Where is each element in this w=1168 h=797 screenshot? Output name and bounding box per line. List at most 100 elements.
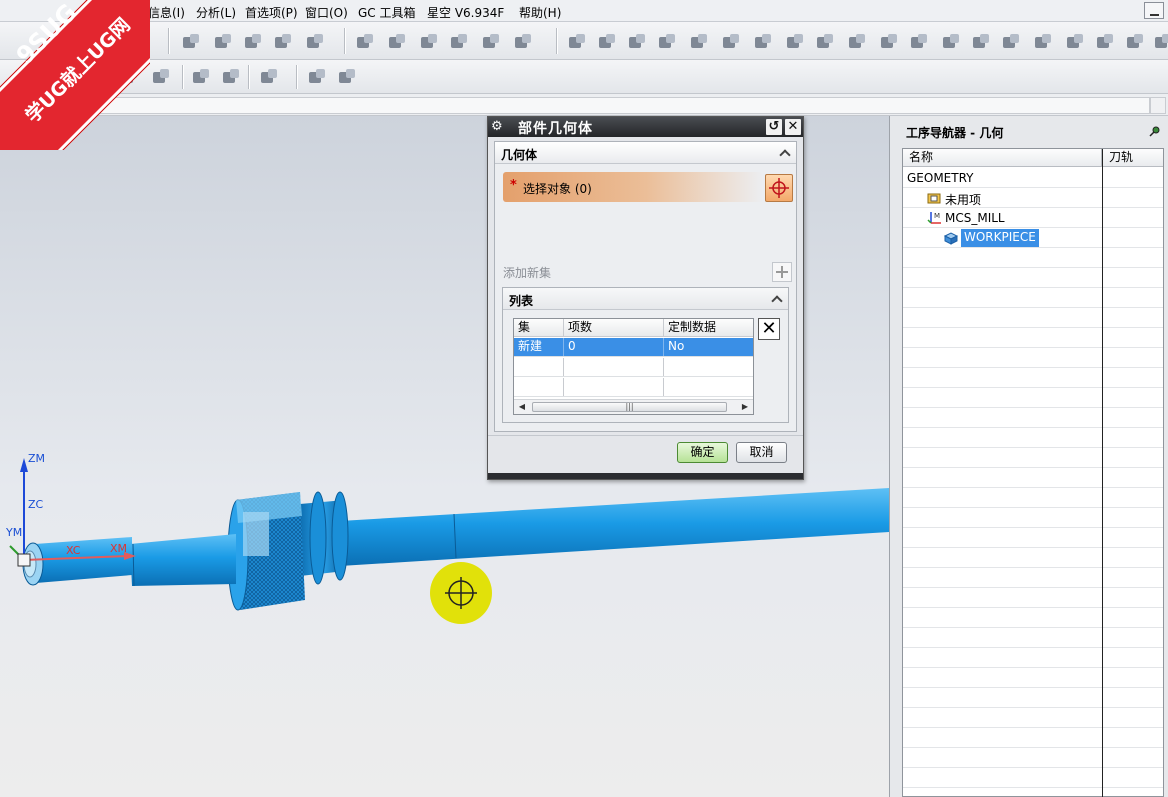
cue-line-button[interactable]: [1150, 97, 1166, 114]
menu-help[interactable]: 帮助(H): [519, 4, 561, 21]
close-icon[interactable]: ✕: [785, 119, 801, 135]
toolbar-tool-icon[interactable]: [418, 31, 440, 53]
tree-row[interactable]: WORKPIECE: [903, 228, 1163, 248]
tree-row[interactable]: GEOMETRY: [903, 168, 1163, 188]
tree-row[interactable]: 未用项: [903, 188, 1163, 208]
minimize-button[interactable]: [1144, 2, 1164, 19]
axis-zc-label: ZC: [28, 498, 44, 511]
toolbar-tool-icon[interactable]: [336, 66, 358, 88]
geometry-group-header[interactable]: 几何体: [495, 142, 796, 164]
menu-xingkong[interactable]: 星空 V6.934F: [427, 4, 504, 21]
dialog-title-bar[interactable]: ⚙ 部件几何体 ↺ ✕: [488, 117, 803, 137]
menu-info[interactable]: 信息(I): [148, 4, 185, 21]
toolbar-tool-icon[interactable]: [304, 31, 326, 53]
menu-gc-toolbox[interactable]: GC 工具箱: [358, 4, 416, 21]
scroll-right-icon[interactable]: ▶: [740, 402, 750, 412]
gear-icon[interactable]: ⚙: [491, 120, 505, 134]
axis-ym-label: YM: [6, 526, 23, 539]
list-group: 列表 集 项数 定制数据 新建 0 No ◀ ||| ▶ ✕: [502, 287, 789, 423]
toolbar-tool-icon[interactable]: [656, 31, 678, 53]
toolbar-separator: [344, 28, 346, 54]
tree-row-empty: [903, 548, 1163, 568]
toolbar-tool-icon[interactable]: [448, 31, 470, 53]
tree-row-empty: [903, 568, 1163, 588]
toolbar-tool-icon[interactable]: [386, 31, 408, 53]
toolbar-tool-icon[interactable]: [272, 31, 294, 53]
collapse-icon[interactable]: [780, 148, 792, 160]
toolbar-tool-icon[interactable]: [354, 31, 376, 53]
toolbar-tool-icon[interactable]: [258, 66, 280, 88]
delete-set-button[interactable]: ✕: [758, 318, 780, 340]
ok-button[interactable]: 确定: [677, 442, 728, 463]
navigator-tree[interactable]: 名称 刀轨 GEOMETRY 未用项 M MCS_MILL WORKPIECE: [902, 148, 1164, 797]
tree-row-empty: [903, 728, 1163, 748]
add-new-set-button[interactable]: [772, 262, 792, 282]
toolbar-tool-icon[interactable]: [814, 31, 836, 53]
toolbar-tool-icon[interactable]: [784, 31, 806, 53]
toolbar-tool-icon[interactable]: [180, 31, 202, 53]
toolbar-tool-icon[interactable]: [596, 31, 618, 53]
axis-zm-label: ZM: [28, 452, 46, 465]
toolbar-tool-icon[interactable]: [752, 31, 774, 53]
column-header-count[interactable]: 项数: [564, 319, 664, 337]
column-header-custom-data[interactable]: 定制数据: [664, 319, 753, 337]
toolbar-tool-icon[interactable]: [878, 31, 900, 53]
toolbar-separator: [182, 65, 184, 89]
toolbar-tool-icon[interactable]: [940, 31, 962, 53]
tree-row-empty: [903, 388, 1163, 408]
table-row[interactable]: 新建 0 No: [514, 338, 753, 357]
toolbar-tool-icon[interactable]: [970, 31, 992, 53]
scroll-left-icon[interactable]: ◀: [517, 402, 527, 412]
select-object-button[interactable]: [765, 174, 793, 202]
workpiece-icon: [943, 231, 959, 245]
reset-icon[interactable]: ↺: [766, 119, 782, 135]
menu-analysis[interactable]: 分析(L): [196, 4, 236, 21]
svg-text:M: M: [934, 212, 940, 220]
scroll-thumb[interactable]: |||: [532, 402, 727, 412]
toolbar-tool-icon[interactable]: [220, 66, 242, 88]
toolbar-tool-icon[interactable]: [846, 31, 868, 53]
toolbar-tool-icon[interactable]: [1124, 31, 1146, 53]
toolbar-tool-icon[interactable]: [908, 31, 930, 53]
toolbar-tool-icon[interactable]: [190, 66, 212, 88]
collapse-icon[interactable]: [772, 294, 784, 306]
column-header-set[interactable]: 集: [514, 319, 564, 337]
toolbar-tool-icon[interactable]: [1000, 31, 1022, 53]
axis-xc-label: XC: [66, 544, 81, 557]
toolbar-tool-icon[interactable]: [212, 31, 234, 53]
toolbar-tool-icon[interactable]: [688, 31, 710, 53]
toolbar-tool-icon[interactable]: [720, 31, 742, 53]
tree-row-empty: [903, 468, 1163, 488]
column-divider[interactable]: [1102, 149, 1103, 797]
toolbar-tool-icon[interactable]: [1094, 31, 1116, 53]
tree-row-empty: [903, 508, 1163, 528]
toolbar-tool-icon[interactable]: [566, 31, 588, 53]
selection-toolbar: [0, 60, 1168, 94]
toolbar-separator: [110, 65, 112, 89]
toolbar-tool-icon[interactable]: [118, 66, 140, 88]
toolbar-tool-icon[interactable]: [512, 31, 534, 53]
toolbar-tool-icon[interactable]: [1032, 31, 1054, 53]
list-group-header[interactable]: 列表: [503, 288, 788, 310]
pin-icon[interactable]: [1149, 125, 1161, 137]
select-object-row[interactable]: * 选择对象 (0): [503, 172, 763, 202]
cancel-button[interactable]: 取消: [736, 442, 787, 463]
toolbar-tool-icon[interactable]: [242, 31, 264, 53]
tree-row[interactable]: M MCS_MILL: [903, 208, 1163, 228]
table-cell-empty: [514, 358, 564, 376]
tree-row-empty: [903, 368, 1163, 388]
toolbar-tool-icon[interactable]: [306, 66, 328, 88]
toolbar-tool-icon[interactable]: [130, 31, 152, 53]
column-header-toolpath[interactable]: 刀轨: [1103, 149, 1163, 167]
toolbar-tool-icon[interactable]: [626, 31, 648, 53]
toolbar-tool-icon[interactable]: [1064, 31, 1086, 53]
part-geometry-dialog: ⚙ 部件几何体 ↺ ✕ 几何体 * 选择对象 (0) 添加新集 列表 集 项数 …: [487, 116, 804, 480]
toolbar-tool-icon[interactable]: [150, 66, 172, 88]
toolbar-tool-icon[interactable]: [480, 31, 502, 53]
horizontal-scrollbar[interactable]: ◀ ||| ▶: [514, 399, 753, 414]
operation-navigator: 工序导航器 - 几何 名称 刀轨 GEOMETRY 未用项 M MCS_MILL WOR…: [889, 116, 1168, 797]
menu-preferences[interactable]: 首选项(P): [245, 4, 298, 21]
column-header-name[interactable]: 名称: [903, 149, 1102, 167]
menu-window[interactable]: 窗口(O): [305, 4, 348, 21]
toolbar-tool-icon[interactable]: [1152, 31, 1168, 53]
